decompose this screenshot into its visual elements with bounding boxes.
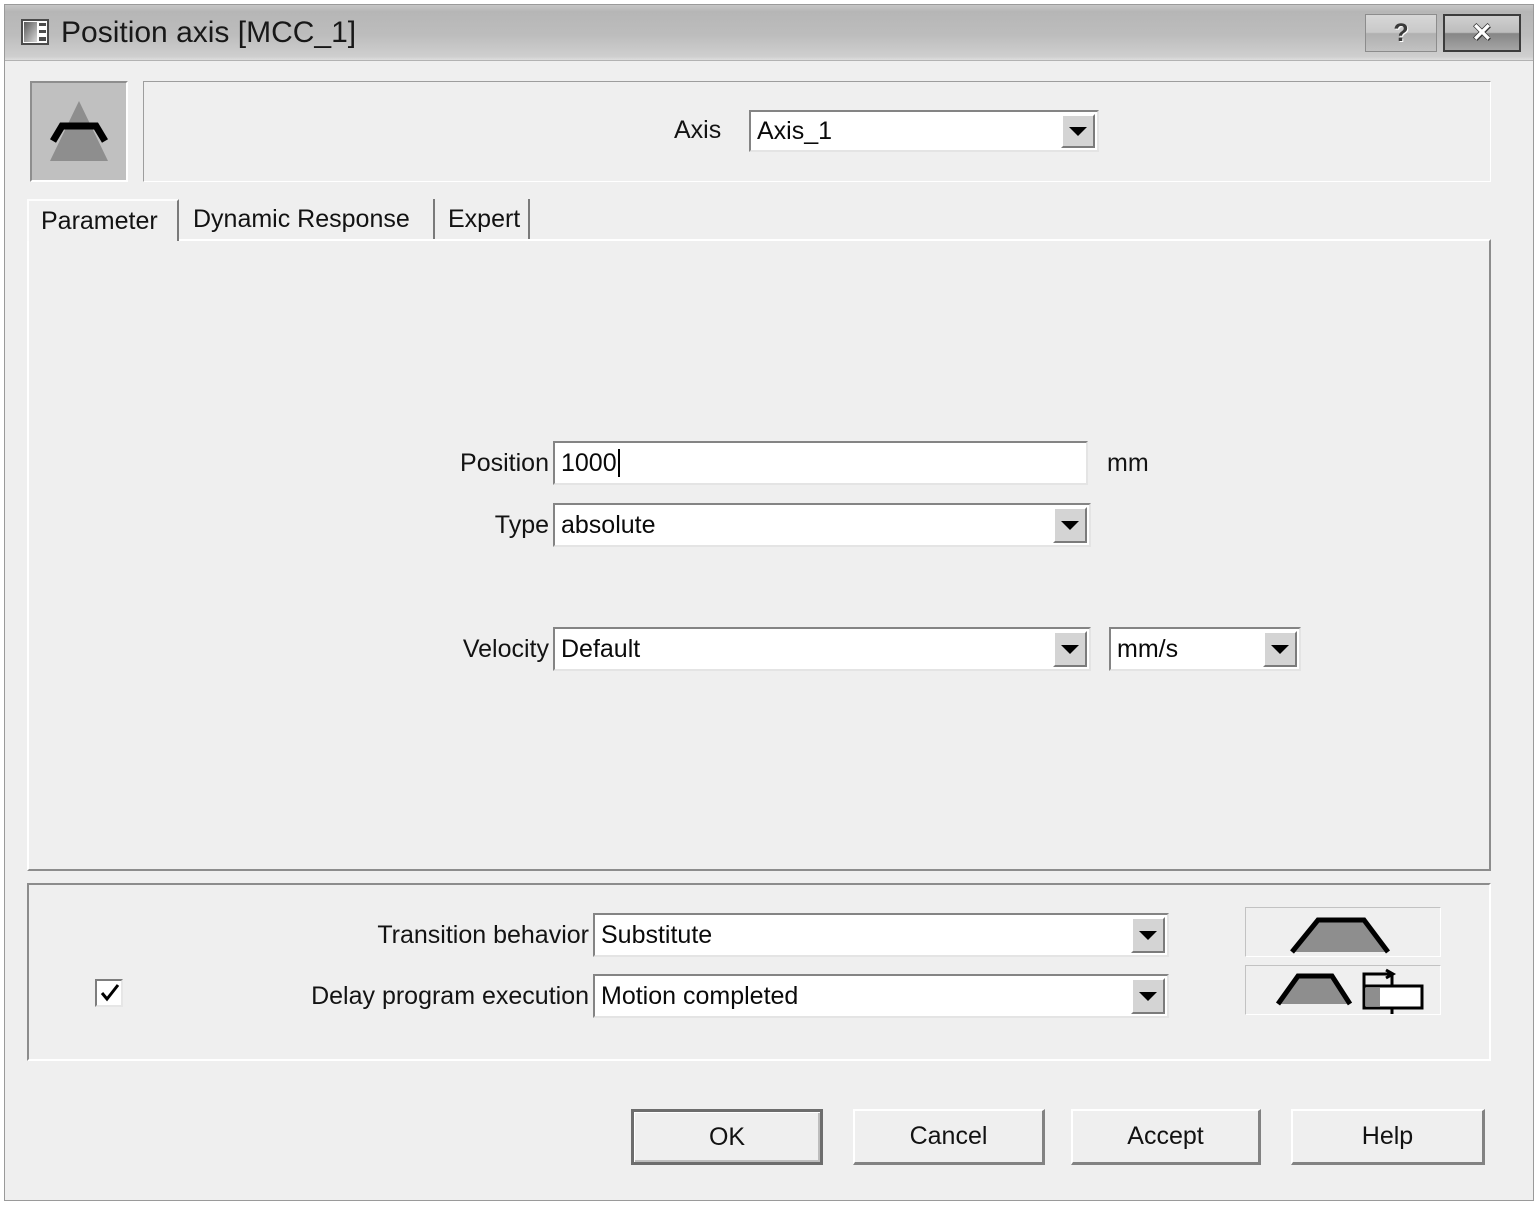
position-input[interactable]: 1000 bbox=[553, 441, 1088, 485]
trapezoid-motion-profile-icon bbox=[30, 81, 128, 182]
parameter-tab-panel: Position 1000 mm Type absolute Velocity … bbox=[27, 239, 1491, 871]
axis-select-value: Axis_1 bbox=[757, 116, 833, 145]
tab-parameter[interactable]: Parameter bbox=[27, 199, 179, 241]
type-select-value: absolute bbox=[561, 510, 656, 539]
position-axis-dialog: Position axis [MCC_1] ? ✕ Axis Axis_1 Pa… bbox=[4, 4, 1534, 1201]
dialog-window-icon bbox=[21, 19, 49, 45]
window-title: Position axis [MCC_1] bbox=[61, 16, 357, 49]
accept-button[interactable]: Accept bbox=[1071, 1109, 1261, 1165]
help-button[interactable]: ? bbox=[1365, 14, 1437, 52]
transition-behavior-preview bbox=[1245, 907, 1441, 957]
position-unit-label: mm bbox=[1107, 449, 1149, 477]
velocity-unit-select-value: mm/s bbox=[1117, 634, 1179, 663]
position-label: Position bbox=[460, 449, 549, 477]
chevron-down-icon[interactable] bbox=[1131, 917, 1165, 953]
velocity-select[interactable]: Default bbox=[553, 627, 1091, 671]
chevron-down-icon[interactable] bbox=[1061, 114, 1095, 148]
velocity-label: Velocity bbox=[462, 635, 549, 663]
chevron-down-icon[interactable] bbox=[1131, 978, 1165, 1014]
transition-settings-panel: Transition behavior Substitute Delay pro… bbox=[27, 883, 1491, 1061]
velocity-select-value: Default bbox=[561, 634, 641, 663]
close-icon[interactable]: ✕ bbox=[1443, 14, 1521, 52]
text-caret bbox=[617, 449, 620, 477]
delay-program-execution-preview bbox=[1245, 965, 1441, 1015]
axis-select[interactable]: Axis_1 bbox=[749, 110, 1099, 152]
chevron-down-icon[interactable] bbox=[1263, 631, 1297, 667]
tab-expert[interactable]: Expert bbox=[436, 199, 530, 241]
tab-dynamic-response[interactable]: Dynamic Response bbox=[181, 199, 435, 241]
trapezoid-profile-icon bbox=[1290, 917, 1390, 954]
type-label: Type bbox=[494, 511, 549, 539]
chevron-down-icon[interactable] bbox=[1053, 507, 1087, 543]
trapezoid-with-program-block-icon bbox=[1275, 968, 1424, 1014]
delay-program-execution-select[interactable]: Motion completed bbox=[593, 974, 1169, 1018]
title-bar: Position axis [MCC_1] ? ✕ bbox=[5, 5, 1533, 61]
position-input-value: 1000 bbox=[561, 448, 617, 477]
axis-selection-panel: Axis Axis_1 bbox=[143, 81, 1491, 182]
delay-program-execution-value: Motion completed bbox=[601, 981, 799, 1010]
ok-button[interactable]: OK bbox=[631, 1109, 823, 1165]
velocity-unit-select[interactable]: mm/s bbox=[1109, 627, 1301, 671]
delay-program-execution-checkbox[interactable] bbox=[95, 979, 123, 1007]
transition-behavior-label: Transition behavior bbox=[377, 921, 589, 949]
cancel-button[interactable]: Cancel bbox=[853, 1109, 1045, 1165]
axis-label: Axis bbox=[674, 116, 722, 144]
check-icon bbox=[100, 984, 120, 1002]
chevron-down-icon[interactable] bbox=[1053, 631, 1087, 667]
transition-behavior-select[interactable]: Substitute bbox=[593, 913, 1169, 957]
transition-behavior-value: Substitute bbox=[601, 920, 713, 949]
type-select[interactable]: absolute bbox=[553, 503, 1091, 547]
help-action-button[interactable]: Help bbox=[1291, 1109, 1485, 1165]
delay-program-execution-label: Delay program execution bbox=[311, 982, 589, 1010]
